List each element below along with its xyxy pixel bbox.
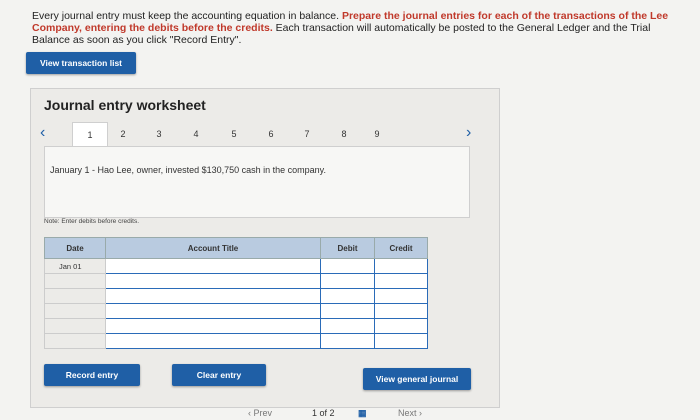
credit-input[interactable] [374,303,428,319]
instructions-text-1: Every journal entry must keep the accoun… [32,10,342,22]
record-entry-button[interactable]: Record entry [44,364,140,386]
debit-input[interactable] [320,258,375,274]
chevron-left-icon[interactable]: ‹ [40,124,45,142]
view-general-journal-button[interactable]: View general journal [363,368,471,390]
date-cell [44,318,106,334]
view-transaction-list-button[interactable]: View transaction list [26,52,136,74]
chevron-right-icon[interactable]: › [466,124,471,142]
col-header-credit: Credit [374,237,428,259]
debit-input[interactable] [320,318,375,334]
table-row: Jan 01 [44,258,428,274]
page-tab-7[interactable]: 7 [299,129,315,139]
table-row [44,288,428,304]
prev-button[interactable]: ‹ Prev [248,408,272,418]
next-label: Next [398,408,417,418]
grid-icon[interactable]: ▦ [358,408,367,419]
page-tab-5[interactable]: 5 [226,129,242,139]
page-tab-2[interactable]: 2 [115,129,131,139]
debit-input[interactable] [320,288,375,304]
credit-input[interactable] [374,333,428,349]
page-tab-9[interactable]: 9 [369,129,385,139]
table-row [44,273,428,289]
col-header-account: Account Title [105,237,321,259]
entry-note: Note: Enter debits before credits. [44,218,140,225]
date-cell [44,333,106,349]
prev-label: Prev [253,408,273,418]
instructions: Every journal entry must keep the accoun… [32,10,677,46]
table-row [44,318,428,334]
date-cell [44,303,106,319]
account-title-input[interactable] [105,318,321,334]
debit-input[interactable] [320,333,375,349]
account-title-input[interactable] [105,303,321,319]
table-row [44,333,428,349]
credit-input[interactable] [374,273,428,289]
page-tab-4[interactable]: 4 [188,129,204,139]
date-cell: Jan 01 [44,258,106,274]
transaction-description-box [44,146,470,218]
page-tab-8[interactable]: 8 [336,129,352,139]
worksheet-title: Journal entry worksheet [44,97,206,113]
account-title-input[interactable] [105,288,321,304]
debit-input[interactable] [320,273,375,289]
journal-entry-table: Date Account Title Debit Credit Jan 01 [44,237,428,349]
transaction-pager: ‹ 1 2 3 4 5 6 7 8 9 › [38,122,478,147]
page-info: 1 of 2 [312,408,335,418]
date-cell [44,273,106,289]
date-cell [44,288,106,304]
page-tab-6[interactable]: 6 [263,129,279,139]
credit-input[interactable] [374,318,428,334]
account-title-input[interactable] [105,258,321,274]
account-title-input[interactable] [105,273,321,289]
credit-input[interactable] [374,288,428,304]
col-header-debit: Debit [320,237,375,259]
page-tab-3[interactable]: 3 [151,129,167,139]
transaction-description: January 1 - Hao Lee, owner, invested $13… [50,165,327,175]
col-header-date: Date [44,237,106,259]
credit-input[interactable] [374,258,428,274]
next-button[interactable]: Next › [398,408,422,418]
clear-entry-button[interactable]: Clear entry [172,364,266,386]
debit-input[interactable] [320,303,375,319]
table-row [44,303,428,319]
account-title-input[interactable] [105,333,321,349]
page-tab-1[interactable]: 1 [72,122,108,147]
